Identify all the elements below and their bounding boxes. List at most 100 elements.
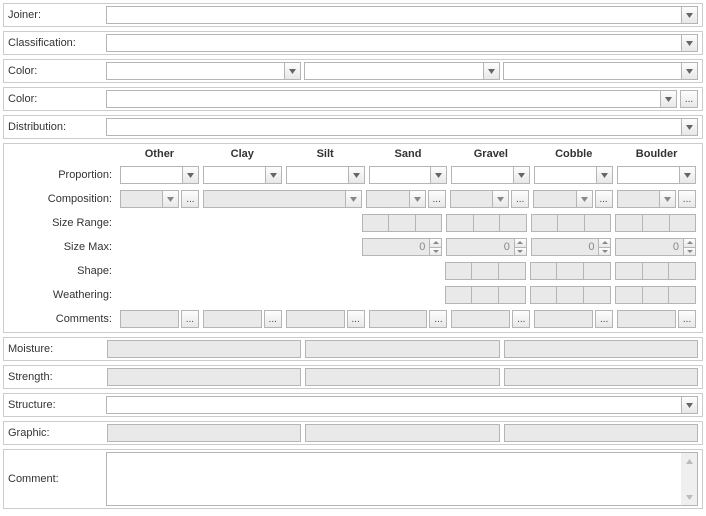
dropdown-button[interactable] xyxy=(596,167,612,183)
dropdown-button[interactable] xyxy=(513,167,529,183)
dropdown-button[interactable] xyxy=(660,91,676,107)
scroll-down-icon[interactable] xyxy=(681,489,697,505)
comments-boulder[interactable] xyxy=(617,310,676,328)
dropdown-button[interactable] xyxy=(483,63,499,79)
spin-up-icon[interactable] xyxy=(515,239,526,248)
dropdown-button[interactable] xyxy=(348,167,364,183)
composition-sand[interactable] xyxy=(366,190,425,208)
comments-silt[interactable] xyxy=(286,310,345,328)
moisture-3[interactable] xyxy=(504,340,698,358)
joiner-select[interactable] xyxy=(106,6,698,24)
spin-down-icon[interactable] xyxy=(515,248,526,256)
dropdown-button[interactable] xyxy=(265,167,281,183)
color1-select-b[interactable] xyxy=(304,62,499,80)
strength-1[interactable] xyxy=(107,368,301,386)
dropdown-button[interactable] xyxy=(409,191,425,207)
comments-sand-browse[interactable]: ... xyxy=(429,310,447,328)
composition-gravel-browse[interactable]: ... xyxy=(511,190,529,208)
spin-down-icon[interactable] xyxy=(599,248,610,256)
color1-select-a[interactable] xyxy=(106,62,301,80)
sizerange-sand[interactable] xyxy=(362,214,443,232)
sizemax-sand[interactable]: 0 xyxy=(362,238,443,256)
composition-other[interactable] xyxy=(120,190,179,208)
color2-browse-button[interactable]: ... xyxy=(680,90,698,108)
composition-gravel[interactable] xyxy=(450,190,509,208)
comments-cobble[interactable] xyxy=(534,310,593,328)
weathering-gravel[interactable] xyxy=(445,286,526,304)
composition-cobble[interactable] xyxy=(533,190,592,208)
comments-other-browse[interactable]: ... xyxy=(181,310,199,328)
graphic-1[interactable] xyxy=(107,424,301,442)
distribution-select[interactable] xyxy=(106,118,698,136)
graphic-2[interactable] xyxy=(305,424,499,442)
composition-other-browse[interactable]: ... xyxy=(181,190,199,208)
composition-claysilt[interactable] xyxy=(203,190,362,208)
classification-select[interactable] xyxy=(106,34,698,52)
composition-boulder-browse[interactable]: ... xyxy=(678,190,696,208)
moisture-1[interactable] xyxy=(107,340,301,358)
composition-boulder[interactable] xyxy=(617,190,676,208)
sizerange-boulder[interactable] xyxy=(615,214,696,232)
comments-cobble-browse[interactable]: ... xyxy=(595,310,613,328)
proportion-cobble[interactable] xyxy=(534,166,613,184)
sizemax-boulder[interactable]: 0 xyxy=(615,238,696,256)
strength-3[interactable] xyxy=(504,368,698,386)
dropdown-button[interactable] xyxy=(659,191,675,207)
proportion-gravel[interactable] xyxy=(451,166,530,184)
label-color-1: Color: xyxy=(8,65,103,77)
scrollbar[interactable] xyxy=(681,453,697,505)
color2-select[interactable] xyxy=(106,90,677,108)
comments-boulder-browse[interactable]: ... xyxy=(678,310,696,328)
col-boulder: Boulder xyxy=(615,148,698,160)
proportion-silt[interactable] xyxy=(286,166,365,184)
comments-silt-browse[interactable]: ... xyxy=(347,310,365,328)
proportion-sand[interactable] xyxy=(369,166,448,184)
shape-gravel[interactable] xyxy=(445,262,526,280)
comments-gravel[interactable] xyxy=(451,310,510,328)
graphic-3[interactable] xyxy=(504,424,698,442)
spin-up-icon[interactable] xyxy=(599,239,610,248)
dropdown-button[interactable] xyxy=(681,35,697,51)
scroll-up-icon[interactable] xyxy=(681,453,697,469)
comments-clay[interactable] xyxy=(203,310,262,328)
dropdown-button[interactable] xyxy=(284,63,300,79)
dropdown-button[interactable] xyxy=(681,119,697,135)
comments-gravel-browse[interactable]: ... xyxy=(512,310,530,328)
spin-down-icon[interactable] xyxy=(684,248,695,256)
spin-down-icon[interactable] xyxy=(430,248,441,256)
sizemax-cobble[interactable]: 0 xyxy=(531,238,612,256)
weathering-cobble[interactable] xyxy=(530,286,611,304)
proportion-boulder[interactable] xyxy=(617,166,696,184)
dropdown-button[interactable] xyxy=(182,167,198,183)
composition-sand-browse[interactable]: ... xyxy=(428,190,446,208)
comments-other[interactable] xyxy=(120,310,179,328)
sizemax-gravel[interactable]: 0 xyxy=(446,238,527,256)
shape-boulder[interactable] xyxy=(615,262,696,280)
sizerange-gravel[interactable] xyxy=(446,214,527,232)
color1-select-c[interactable] xyxy=(503,62,698,80)
dropdown-button[interactable] xyxy=(681,63,697,79)
dropdown-button[interactable] xyxy=(492,191,508,207)
label-structure: Structure: xyxy=(8,399,103,411)
comment-textarea[interactable] xyxy=(106,452,698,506)
structure-select[interactable] xyxy=(106,396,698,414)
dropdown-button[interactable] xyxy=(681,397,697,413)
dropdown-button[interactable] xyxy=(430,167,446,183)
proportion-other[interactable] xyxy=(120,166,199,184)
dropdown-button[interactable] xyxy=(576,191,592,207)
dropdown-button[interactable] xyxy=(679,167,695,183)
dropdown-button[interactable] xyxy=(345,191,361,207)
comments-sand[interactable] xyxy=(369,310,428,328)
spin-up-icon[interactable] xyxy=(684,239,695,248)
weathering-boulder[interactable] xyxy=(615,286,696,304)
shape-cobble[interactable] xyxy=(530,262,611,280)
dropdown-button[interactable] xyxy=(162,191,178,207)
proportion-clay[interactable] xyxy=(203,166,282,184)
comments-clay-browse[interactable]: ... xyxy=(264,310,282,328)
moisture-2[interactable] xyxy=(305,340,499,358)
strength-2[interactable] xyxy=(305,368,499,386)
sizerange-cobble[interactable] xyxy=(531,214,612,232)
spin-up-icon[interactable] xyxy=(430,239,441,248)
composition-cobble-browse[interactable]: ... xyxy=(595,190,613,208)
dropdown-button[interactable] xyxy=(681,7,697,23)
